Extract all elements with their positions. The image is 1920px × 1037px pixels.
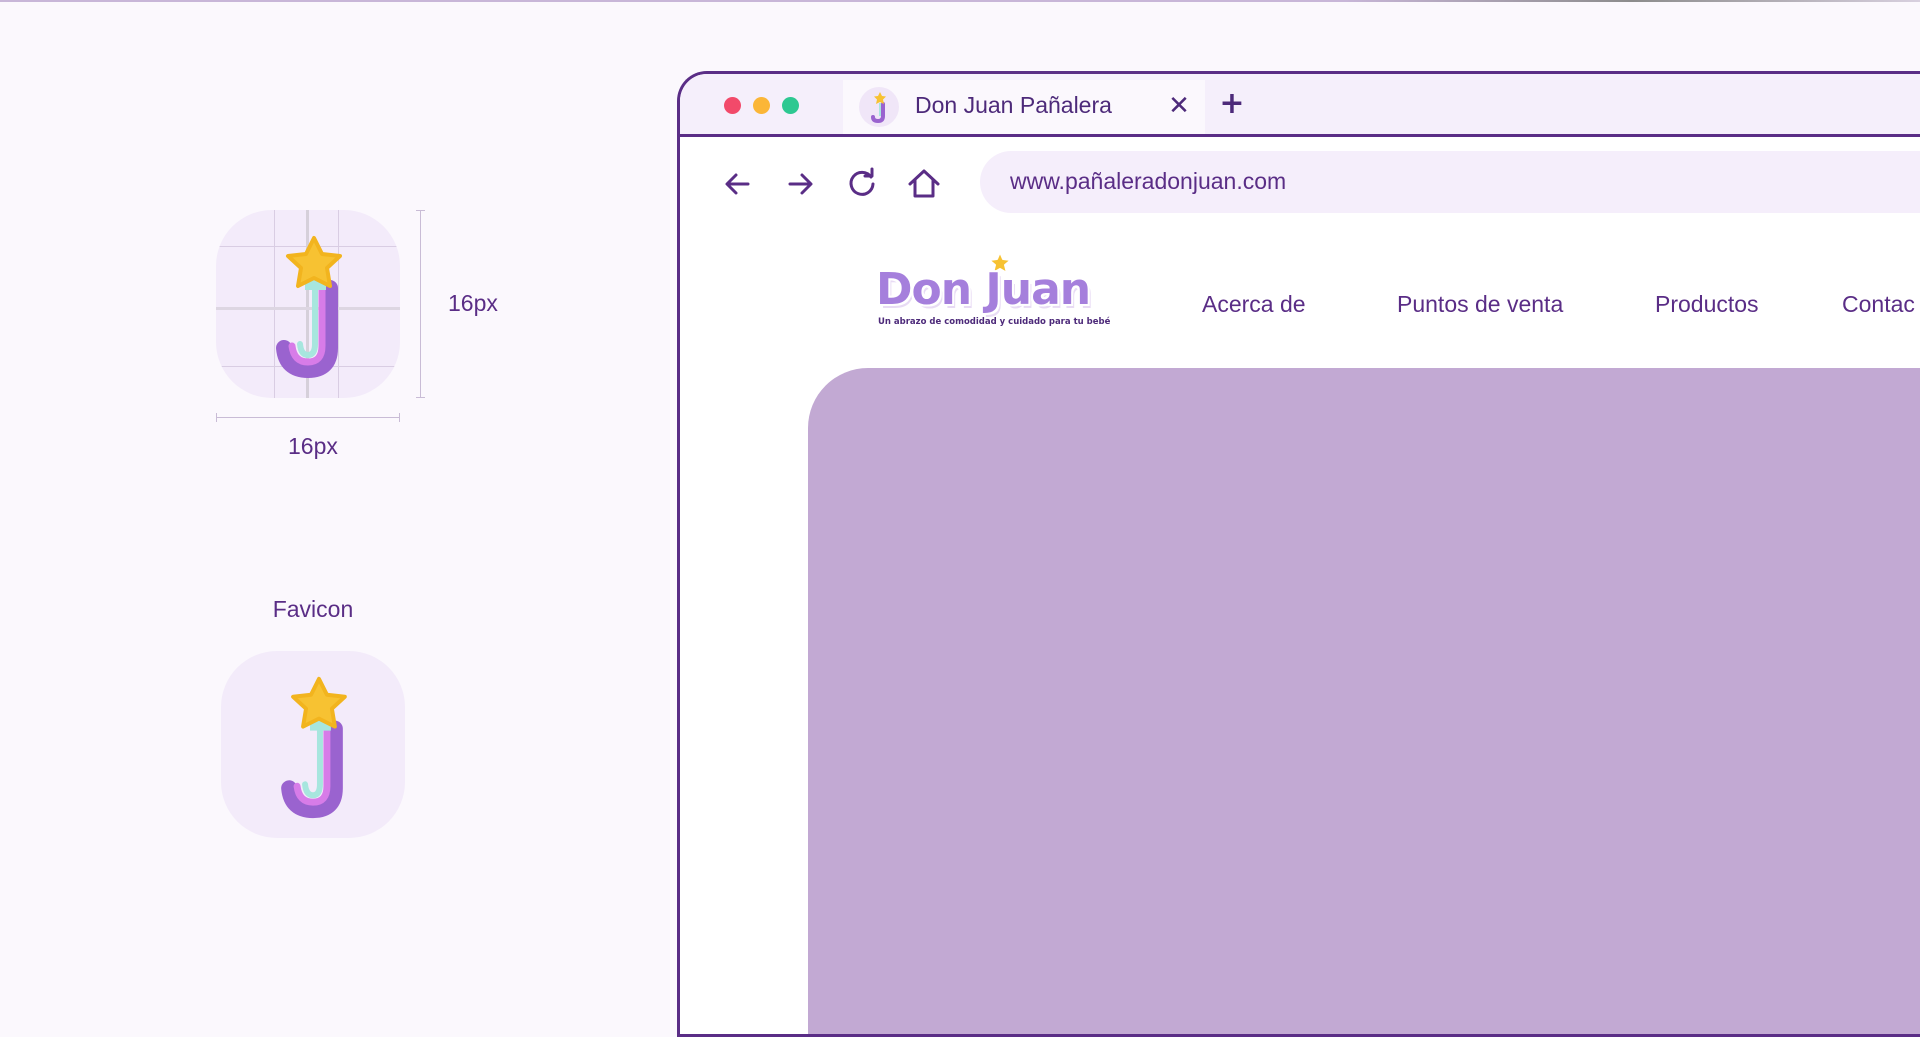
nav-link-points-of-sale[interactable]: Puntos de venta xyxy=(1397,291,1563,318)
nav-link-about[interactable]: Acerca de xyxy=(1202,291,1306,318)
height-dimension-line xyxy=(416,210,425,398)
j-star-icon xyxy=(871,92,886,124)
arrow-left-icon[interactable] xyxy=(718,164,758,204)
nav-link-contact[interactable]: Contac xyxy=(1842,291,1915,318)
arrow-right-icon[interactable] xyxy=(780,164,820,204)
address-bar[interactable]: www.pañaleradonjuan.com xyxy=(980,151,1920,213)
j-star-icon xyxy=(276,236,342,379)
width-dimension-line xyxy=(216,413,400,422)
favicon-preview xyxy=(221,651,405,838)
tab-close-icon[interactable]: ✕ xyxy=(1161,88,1197,124)
window-close-dot[interactable] xyxy=(724,97,741,114)
address-bar-url[interactable]: www.pañaleradonjuan.com xyxy=(1010,168,1286,195)
window-maximize-dot[interactable] xyxy=(782,97,799,114)
browser-window: Don Juan Pañalera ✕ + www.pañaleradonjua… xyxy=(677,71,1920,1037)
browser-tab[interactable]: Don Juan Pañalera ✕ xyxy=(843,80,1205,134)
tab-title: Don Juan Pañalera xyxy=(915,92,1112,118)
new-tab-button[interactable]: + xyxy=(1212,84,1252,124)
home-icon[interactable] xyxy=(904,164,944,204)
width-dimension-label: 16px xyxy=(288,433,338,459)
window-minimize-dot[interactable] xyxy=(753,97,770,114)
nav-link-products[interactable]: Productos xyxy=(1655,291,1759,318)
reload-icon[interactable] xyxy=(842,164,882,204)
height-dimension-label: 16px xyxy=(448,290,498,316)
tab-bar: Don Juan Pañalera ✕ + xyxy=(680,74,1920,137)
favicon-spec-grid xyxy=(216,210,400,398)
favicon-title: Favicon xyxy=(272,596,354,622)
site-navigation: Acerca de Puntos de venta Productos Cont… xyxy=(680,291,1920,331)
hero-banner xyxy=(808,368,1920,1034)
j-star-icon xyxy=(281,676,347,819)
top-divider xyxy=(0,0,1920,2)
tab-favicon xyxy=(859,87,899,127)
